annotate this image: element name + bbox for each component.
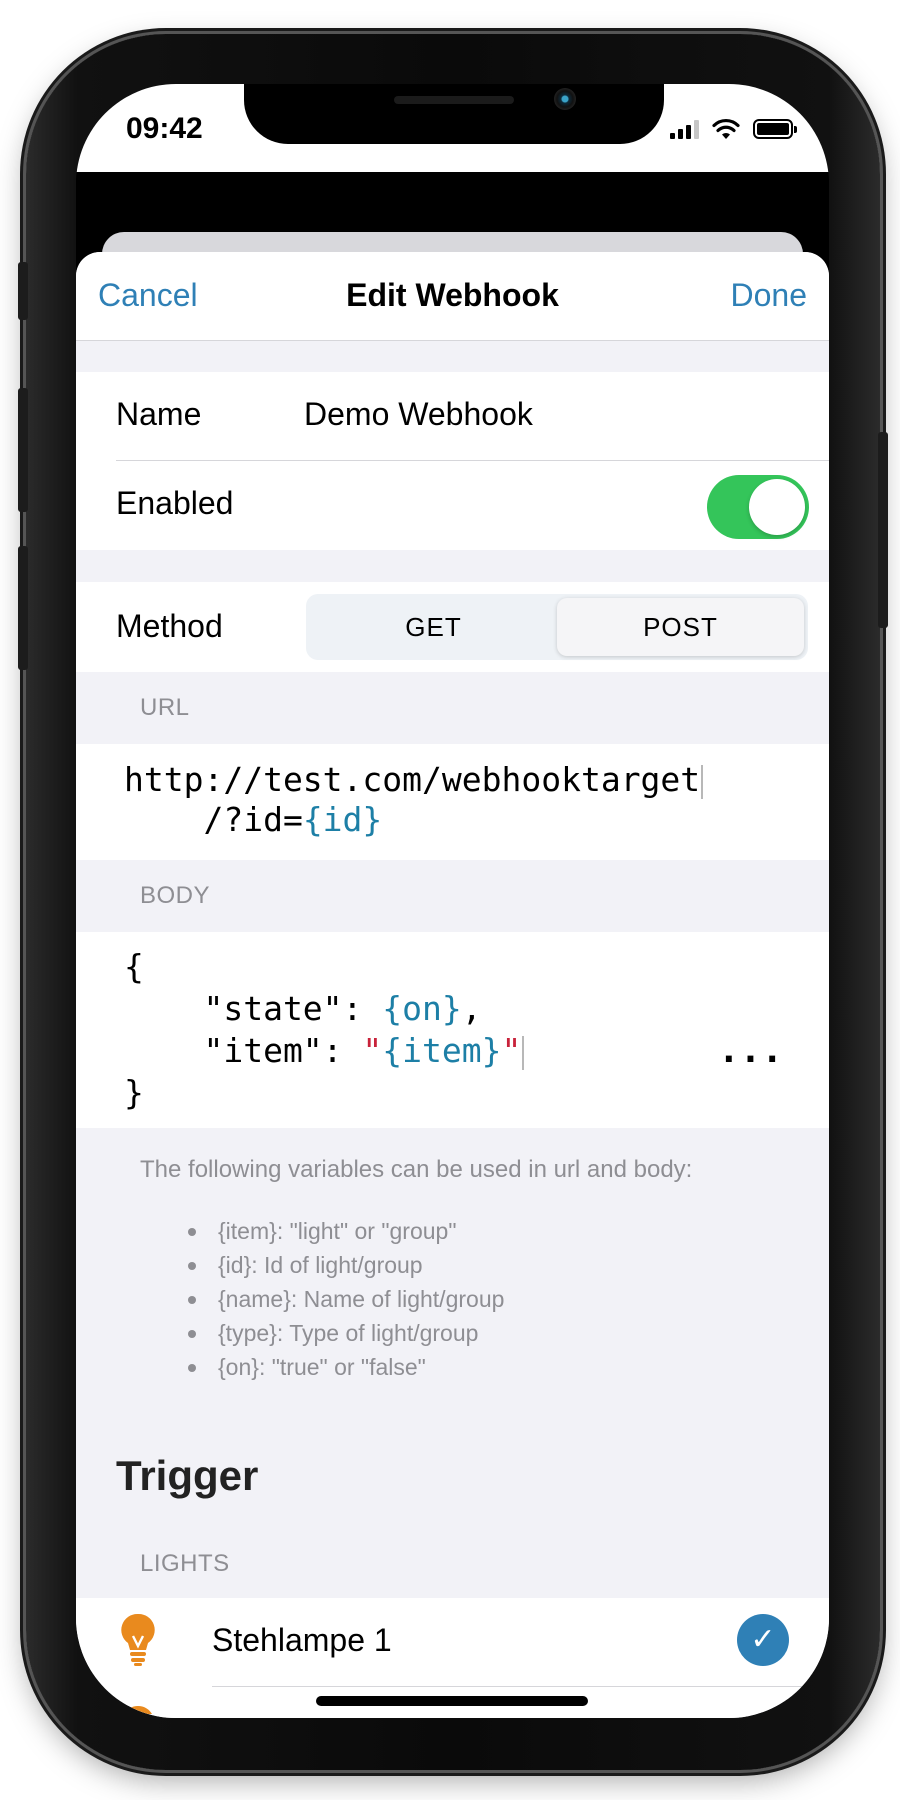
- text-cursor: [522, 1035, 525, 1070]
- power-button: [878, 432, 888, 628]
- body-key-state: "state":: [124, 989, 383, 1028]
- enabled-row: Enabled: [76, 461, 829, 550]
- status-time: 09:42: [126, 112, 203, 145]
- battery-icon: [753, 119, 797, 139]
- wifi-icon: [712, 118, 740, 139]
- volume-up-button: [18, 388, 28, 512]
- light-row[interactable]: Stehlampe 1 ✓: [76, 1598, 829, 1686]
- body-editor[interactable]: { "state": {on}, "item": "{item}" } ...: [76, 932, 829, 1128]
- list-item: {on}: "true" or "false": [188, 1350, 504, 1384]
- body-quote-close: ": [501, 1031, 522, 1070]
- silent-switch: [18, 262, 28, 320]
- trigger-section-title: Trigger: [116, 1452, 259, 1499]
- lightbulb-icon: [121, 1613, 155, 1666]
- url-line-2: /?id=: [124, 800, 303, 839]
- url-line-1: http://test.com/webhooktarget: [124, 760, 701, 799]
- variables-list: {item}: "light" or "group" {id}: Id of l…: [188, 1214, 504, 1384]
- body-more-indicator: ...: [717, 1030, 783, 1071]
- body-line-1: {: [124, 947, 144, 986]
- name-row[interactable]: Name Demo Webhook: [76, 372, 829, 460]
- body-section-header: BODY: [140, 882, 211, 909]
- body-key-item: "item":: [124, 1031, 363, 1070]
- variables-intro: The following variables can be used in u…: [140, 1156, 693, 1183]
- phone-screen: 09:42 Cancel Edit Webhook Done Name Demo…: [76, 84, 829, 1718]
- front-camera: [554, 88, 576, 110]
- name-field[interactable]: Demo Webhook: [304, 396, 533, 433]
- url-section-header: URL: [140, 694, 190, 721]
- lights-section-header: LIGHTS: [140, 1550, 230, 1577]
- url-variable-id: {id}: [302, 800, 383, 839]
- lightbulb-icon: [124, 1705, 152, 1714]
- status-icons: [670, 114, 797, 144]
- body-line-4: }: [124, 1073, 144, 1112]
- body-quote-open: ": [362, 1031, 383, 1070]
- url-code[interactable]: http://test.com/webhooktarget /?id={id}: [124, 760, 704, 840]
- light-name: Stehlampe 1: [212, 1622, 392, 1658]
- general-group: Name Demo Webhook Enabled: [76, 372, 829, 550]
- method-segmented-control[interactable]: GET POST: [306, 594, 808, 660]
- volume-down-button: [18, 546, 28, 670]
- method-option-get[interactable]: GET: [310, 598, 557, 656]
- list-item: {name}: Name of light/group: [188, 1282, 504, 1316]
- done-button[interactable]: Done: [731, 277, 808, 314]
- list-item: {item}: "light" or "group": [188, 1214, 504, 1248]
- cellular-signal-icon: [670, 119, 699, 139]
- body-comma: ,: [461, 989, 482, 1028]
- checkmark-circle-icon[interactable]: ✓: [737, 1614, 789, 1666]
- list-item: {id}: Id of light/group: [188, 1248, 504, 1282]
- body-variable-item: {item}: [382, 1031, 502, 1070]
- home-indicator[interactable]: [316, 1696, 588, 1706]
- edit-webhook-sheet: Cancel Edit Webhook Done Name Demo Webho…: [76, 252, 829, 1718]
- method-group: Method GET POST: [76, 582, 829, 672]
- toggle-knob: [749, 479, 805, 535]
- list-item: {type}: Type of light/group: [188, 1316, 504, 1350]
- name-label: Name: [116, 396, 202, 432]
- separator: [212, 1686, 829, 1687]
- notch: [244, 84, 664, 144]
- page-title: Edit Webhook: [346, 277, 559, 313]
- enabled-label: Enabled: [116, 485, 234, 521]
- url-editor[interactable]: http://test.com/webhooktarget /?id={id}: [76, 744, 829, 860]
- method-option-post[interactable]: POST: [557, 598, 804, 656]
- method-label: Method: [116, 608, 223, 644]
- text-cursor: [701, 764, 704, 799]
- enabled-toggle[interactable]: [707, 475, 809, 539]
- navigation-bar: Cancel Edit Webhook Done: [76, 252, 829, 341]
- earpiece-speaker: [394, 96, 514, 104]
- body-code[interactable]: { "state": {on}, "item": "{item}" }: [124, 946, 525, 1114]
- body-variable-on: {on}: [382, 989, 462, 1028]
